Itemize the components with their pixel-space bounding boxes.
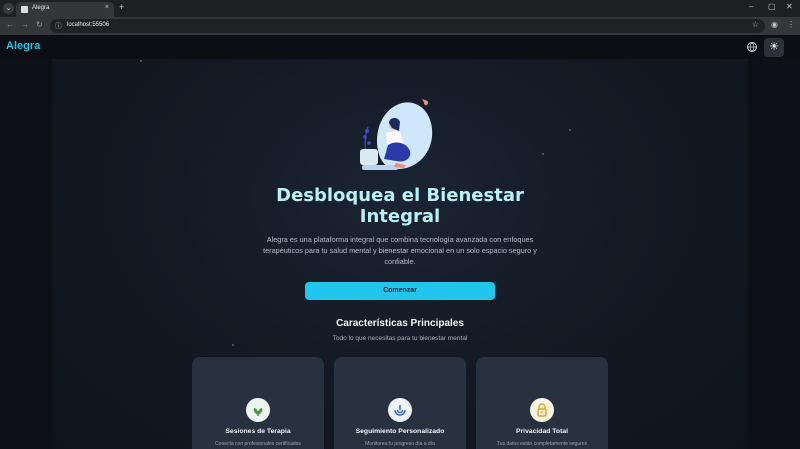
feature-card-tracking[interactable]: Seguimiento Personalizado Monitorea tu p… xyxy=(334,357,466,449)
star-dot xyxy=(569,129,571,131)
browser-tabbar: ⌄ Alegra × + – ▢ ✕ xyxy=(0,0,800,17)
card-title: Sesiones de Terapia xyxy=(225,428,291,435)
tab-title: Alegra xyxy=(32,5,50,11)
url-text: localhost:55506 xyxy=(67,22,110,28)
card-description: Tus datos están completamente seguros xyxy=(496,441,588,447)
start-button[interactable]: Comenzar xyxy=(305,282,495,300)
meditation-illustration xyxy=(358,97,438,175)
close-window-button[interactable]: ✕ xyxy=(786,2,793,11)
tab-search-button[interactable]: ⌄ xyxy=(3,3,14,14)
browser-toolbar: ← → ↻ ⓘ localhost:55506 ☆ ◉ ⋮ xyxy=(0,17,800,35)
bookmark-star-icon[interactable]: ☆ xyxy=(752,20,759,29)
address-bar[interactable]: ⓘ localhost:55506 ☆ xyxy=(50,19,765,33)
menu-dots-icon[interactable]: ⋮ xyxy=(787,20,795,29)
hero-description: Alegra es una plataforma integral que co… xyxy=(263,235,537,266)
profile-icon[interactable]: ◉ xyxy=(771,20,778,29)
tracking-icon xyxy=(388,398,412,422)
feature-card-privacy[interactable]: Privacidad Total Tus datos están complet… xyxy=(476,357,608,449)
sprout-icon xyxy=(246,398,270,422)
site-info-icon[interactable]: ⓘ xyxy=(55,21,62,31)
language-globe-icon[interactable] xyxy=(747,42,757,52)
forward-arrow-icon[interactable]: → xyxy=(21,20,29,29)
reload-icon[interactable]: ↻ xyxy=(36,20,43,29)
maximize-button[interactable]: ▢ xyxy=(768,2,776,11)
theme-toggle-button[interactable]: ☀ xyxy=(764,38,784,57)
brand-logo[interactable]: Alegra xyxy=(6,40,40,52)
star-dot xyxy=(542,153,544,155)
card-title: Privacidad Total xyxy=(516,428,568,435)
browser-tab[interactable]: Alegra × xyxy=(16,2,114,17)
new-tab-button[interactable]: + xyxy=(119,2,124,12)
star-dot xyxy=(140,60,142,62)
star-dot xyxy=(232,344,234,346)
features-subtitle: Todo lo que necesitas para tu bienestar … xyxy=(332,335,468,342)
top-navbar: Alegra ☀ xyxy=(0,35,800,59)
tab-close-icon[interactable]: × xyxy=(105,4,109,11)
features-title: Características Principales xyxy=(336,318,464,329)
card-title: Seguimiento Personalizado xyxy=(355,428,445,435)
card-description: Conecta con profesionales certificados xyxy=(215,441,301,447)
back-arrow-icon[interactable]: ← xyxy=(6,20,14,29)
card-description: Monitorea tu progreso día a día xyxy=(365,441,435,447)
page: Alegra ☀ Desbloquea el Bienestar Integra… xyxy=(0,35,800,449)
hero-title: Desbloquea el Bienestar Integral xyxy=(276,185,524,227)
lock-icon xyxy=(530,398,554,422)
feature-card-therapy[interactable]: Sesiones de Terapia Conecta con profesio… xyxy=(192,357,324,449)
minimize-button[interactable]: – xyxy=(749,2,753,11)
favicon-icon xyxy=(21,6,28,13)
